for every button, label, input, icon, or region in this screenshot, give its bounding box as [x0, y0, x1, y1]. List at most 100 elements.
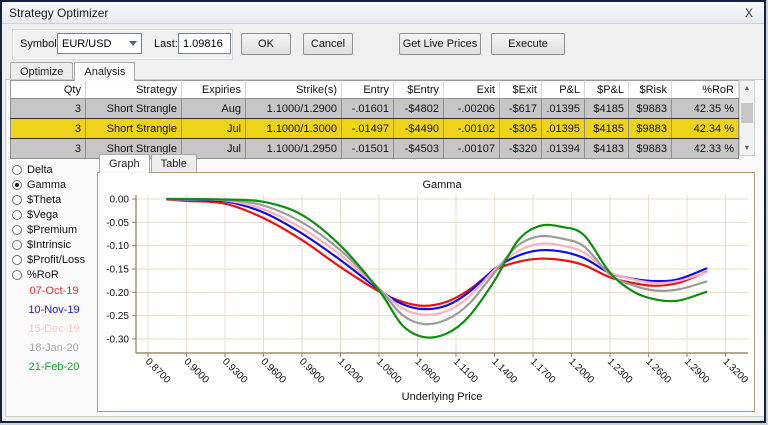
radio-circle-icon[interactable] [12, 179, 22, 190]
x-tick-label: 1.2300 [605, 356, 635, 386]
table-cell: Short Strangle [86, 119, 182, 138]
expiry-legend: 07-Oct-19 10-Nov-19 15-Dec-19 18-Jan-20 21-F… [10, 285, 98, 380]
table-cell: .01395 [542, 99, 585, 118]
title-bar[interactable]: Strategy Optimizer X [2, 2, 764, 24]
header-cell[interactable]: Strategy [86, 80, 182, 98]
table-cell: -$320 [500, 139, 542, 158]
table-cell: $9883 [629, 119, 672, 138]
radio-circle-icon[interactable] [12, 254, 22, 265]
chart-tab-strip: Graph Table [99, 154, 198, 173]
radio-circle-icon[interactable] [12, 224, 22, 235]
radio-circle-icon[interactable] [12, 209, 22, 220]
y-tick-label: -0.10 [106, 241, 129, 252]
table-cell: 3 [10, 119, 86, 138]
table-scrollbar[interactable]: ▲ ▼ [739, 80, 755, 156]
x-tick-label: 0.9600 [258, 356, 288, 386]
radio-option-intrinsic[interactable]: $Intrinsic [12, 237, 96, 252]
y-tick-label: -0.15 [106, 265, 129, 276]
radio-option-ror[interactable]: %RoR [12, 267, 96, 282]
get-live-prices-button[interactable]: Get Live Prices [399, 33, 481, 55]
header-cell[interactable]: Expiries [182, 80, 246, 98]
x-tick-label: 1.0200 [335, 356, 365, 386]
radio-label: $Vega [27, 208, 59, 221]
table-cell: 42.35 % [672, 99, 739, 118]
table-cell: .01395 [542, 119, 585, 138]
scroll-down-icon[interactable]: ▼ [740, 141, 754, 155]
table-row[interactable]: 3 Short Strangle Jul 1.1000/1.3000 -.01497 -$… [10, 118, 739, 139]
radio-label: $Theta [27, 193, 62, 206]
table-cell: Jul [182, 119, 246, 138]
radio-circle-icon[interactable] [12, 269, 22, 280]
table-cell: -.00107 [444, 139, 500, 158]
header-cell[interactable]: P&L [542, 80, 585, 98]
y-tick-label: -0.20 [106, 288, 129, 299]
gamma-chart-panel: 0.00 -0.05 -0.10 -0.15 -0.20 -0.25 -0.30 0.8700… [97, 172, 755, 412]
radio-circle-icon[interactable] [12, 164, 22, 175]
radio-option-vega[interactable]: $Vega [12, 207, 96, 222]
symbol-combobox[interactable]: EUR/USD [57, 33, 142, 54]
header-cell[interactable]: $P&L [585, 80, 629, 98]
radio-circle-icon[interactable] [12, 194, 22, 205]
x-tick-label: 0.9000 [181, 356, 211, 386]
header-cell[interactable]: $Exit [500, 80, 542, 98]
table-cell: -.01501 [342, 139, 394, 158]
cancel-button[interactable]: Cancel [303, 33, 353, 55]
chart-title: Gamma [422, 179, 462, 191]
table-cell: $9883 [629, 139, 672, 158]
chart-tab-table[interactable]: Table [150, 154, 197, 172]
table-cell: -.00102 [444, 119, 500, 138]
table-cell: 1.1000/1.2900 [246, 99, 342, 118]
radio-circle-icon[interactable] [12, 239, 22, 250]
metric-radio-group: Delta Gamma $Theta $Vega $Premium $Intrinsic $… [12, 162, 96, 282]
scrollbar-thumb[interactable] [741, 103, 753, 123]
ok-button[interactable]: OK [241, 33, 291, 55]
header-cell[interactable]: $Entry [394, 80, 444, 98]
table-cell: -$4802 [394, 99, 444, 118]
header-cell[interactable]: Strike(s) [246, 80, 342, 98]
legend-date: 21-Feb-20 [28, 361, 80, 373]
tab-analysis[interactable]: Analysis [74, 62, 136, 81]
legend-date: 10-Nov-19 [28, 304, 80, 316]
series-line-15-Dec-19 [166, 197, 708, 316]
scroll-up-icon[interactable]: ▲ [740, 81, 754, 95]
chart-tab-graph[interactable]: Graph [99, 154, 150, 173]
x-tick-label: 0.8700 [143, 356, 173, 386]
last-label: Last: [154, 38, 178, 50]
x-tick-label: 1.1700 [528, 356, 558, 386]
execute-button[interactable]: Execute [491, 33, 565, 55]
legend-date: 18-Jan-20 [29, 342, 79, 354]
table-cell: -.01601 [342, 99, 394, 118]
chevron-down-icon[interactable] [129, 41, 137, 46]
y-tick-label: -0.25 [106, 311, 129, 322]
table-row[interactable]: 3 Short Strangle Aug 1.1000/1.2900 -.01601 -$… [10, 98, 739, 118]
x-tick-label: 0.9900 [297, 356, 327, 386]
tab-optimize[interactable]: Optimize [10, 62, 74, 80]
legend-date: 15-Dec-19 [28, 323, 80, 335]
table-cell: -.01497 [342, 119, 394, 138]
header-cell[interactable]: Qty [10, 80, 86, 98]
header-cell[interactable]: Entry [342, 80, 394, 98]
header-cell[interactable]: Exit [444, 80, 500, 98]
y-tick-label: 0.00 [110, 195, 130, 206]
last-price-input[interactable]: 1.09816 [178, 33, 231, 54]
radio-option-delta[interactable]: Delta [12, 162, 96, 177]
table-cell: 42.33 % [672, 139, 739, 158]
table-cell: Short Strangle [86, 99, 182, 118]
legend-date: 07-Oct-19 [29, 285, 79, 297]
series-line-07-Oct-19 [166, 198, 708, 308]
radio-option-theta[interactable]: $Theta [12, 192, 96, 207]
table-cell: Aug [182, 99, 246, 118]
symbol-value: EUR/USD [62, 37, 112, 50]
series-line-21-Feb-20 [166, 197, 708, 339]
radio-option-gamma[interactable]: Gamma [12, 177, 96, 192]
radio-option-profitloss[interactable]: $Profit/Loss [12, 252, 96, 267]
x-tick-label: 1.2900 [682, 356, 712, 386]
radio-label: $Profit/Loss [27, 253, 86, 266]
table-cell: -$4503 [394, 139, 444, 158]
radio-option-premium[interactable]: $Premium [12, 222, 96, 237]
y-tick-label: -0.05 [106, 218, 129, 229]
header-cell[interactable]: %RoR [672, 80, 739, 98]
header-cell[interactable]: $Risk [629, 80, 672, 98]
table-cell: 1.1000/1.3000 [246, 119, 342, 138]
close-icon[interactable]: X [741, 6, 757, 20]
